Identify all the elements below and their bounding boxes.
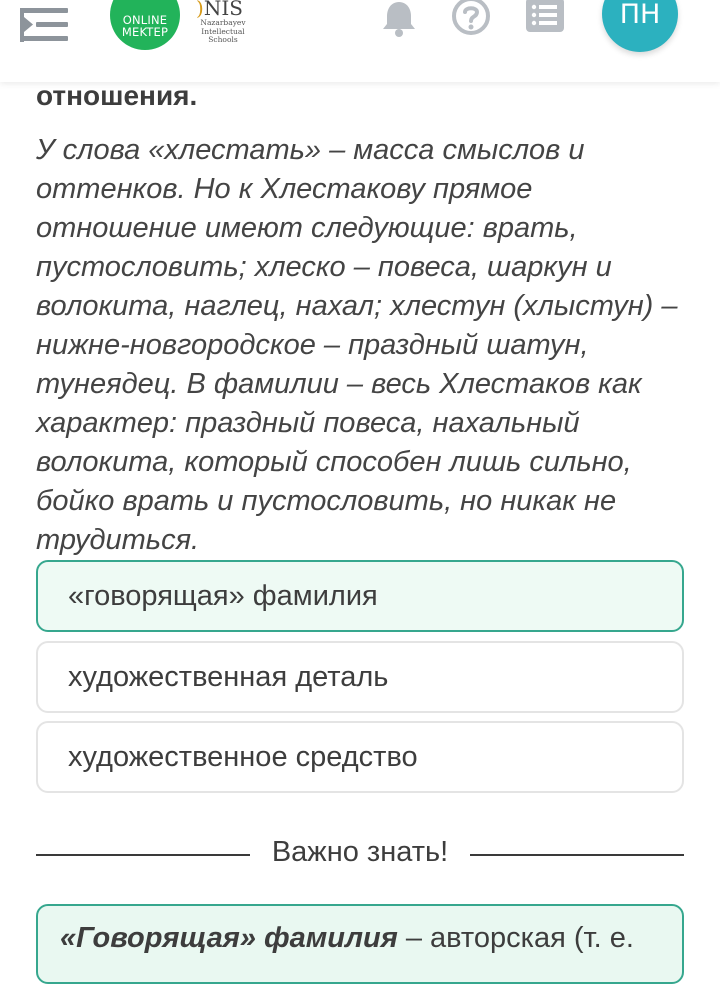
explanation-paragraph: У слова «хлестать» – масса смыслов и отт… [36,134,678,556]
nis-logo: )NIS Nazarbayev Intellectual Schools [196,0,256,52]
nis-mark-text: NIS [203,0,243,20]
note-term: «Говорящая» фамилия [60,922,398,954]
nis-subtitle: Nazarbayev Intellectual Schools [198,18,248,45]
logo-line-2: MEKTEP [121,25,169,39]
top-header: ONLINE MEKTEP )NIS Nazarbayev Intellectu… [0,0,720,82]
answer-option-label: художественное средство [68,740,418,773]
answer-option-3[interactable]: художественное средство [36,721,684,793]
bell-icon[interactable] [381,0,417,38]
answer-option-1[interactable]: «говорящая» фамилия [36,560,684,632]
section-heading: отношения. [36,80,198,111]
online-mektep-logo[interactable]: ONLINE MEKTEP [110,0,180,50]
divider-right [470,854,684,856]
help-icon[interactable] [451,0,491,38]
important-note-box: «Говорящая» фамилия – авторская (т. е. [36,904,684,984]
list-icon[interactable] [525,0,565,34]
nis-mark: )NIS [196,0,243,20]
note-text: – авторская (т. е. [397,922,634,954]
answer-option-label: художественная деталь [68,660,389,693]
answer-option-label: «говорящая» фамилия [68,579,378,612]
menu-icon[interactable] [20,6,70,44]
answer-option-2[interactable]: художественная деталь [36,641,684,713]
nis-line-3: Schools [208,35,238,44]
divider-left [36,854,250,856]
user-avatar[interactable]: ПН [602,0,678,52]
important-note-title: Важно знать! [271,836,449,868]
